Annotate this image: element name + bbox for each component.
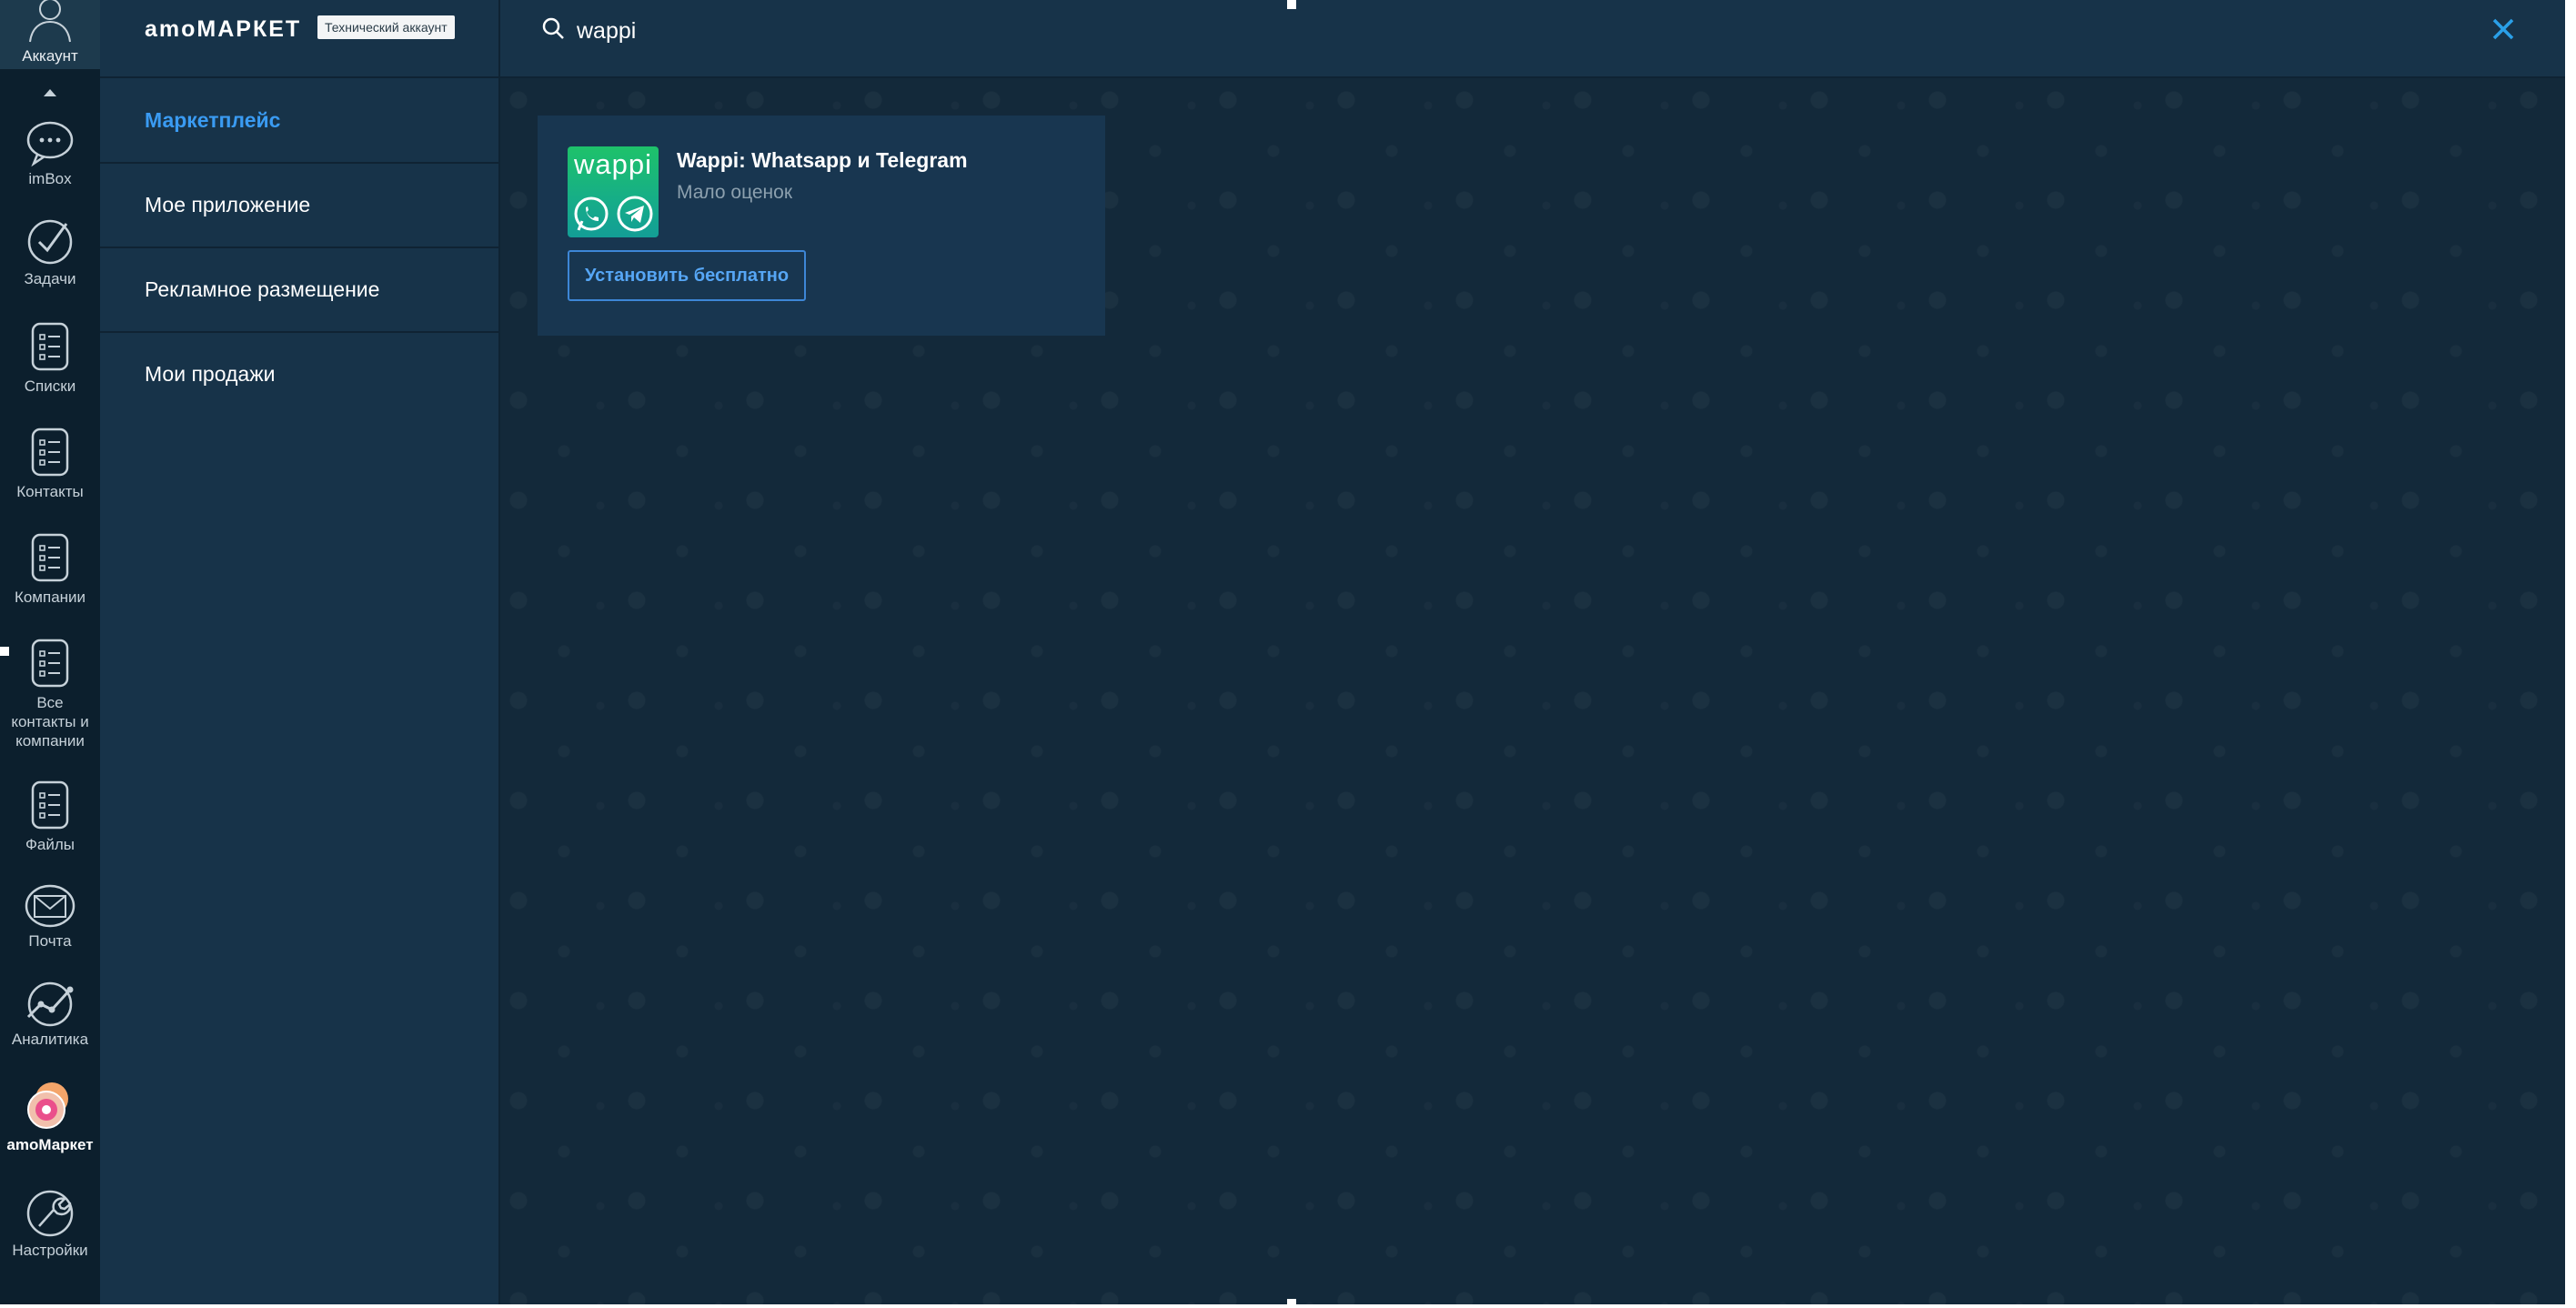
menu-header: amoМАРКЕТ Технический аккаунт: [100, 0, 498, 78]
nav-amomarket[interactable]: amoМаркет: [0, 1079, 100, 1154]
nav-all-contacts[interactable]: Все контакты и компании: [0, 635, 100, 750]
wrench-icon: [26, 1190, 74, 1237]
technical-account-badge: Технический аккаунт: [317, 15, 455, 39]
app-rating: Мало оценок: [677, 182, 793, 203]
check-circle-icon: [27, 219, 73, 265]
user-avatar-icon: [29, 0, 71, 43]
nav-tasks[interactable]: Задачи: [0, 216, 100, 288]
list-icon: [31, 322, 69, 371]
nav-imbox[interactable]: imBox: [0, 118, 100, 188]
search-results-area: wappi Wappi: Whatsapp и Telegram Мало оц…: [500, 78, 2565, 1304]
resize-handle-top[interactable]: [1287, 0, 1296, 9]
nav-mail[interactable]: Почта: [0, 882, 100, 951]
nav-companies[interactable]: Компании: [0, 529, 100, 607]
nav-lists[interactable]: Списки: [0, 318, 100, 396]
list-icon: [31, 533, 69, 582]
menu-item-label: Маркетплейс: [145, 108, 281, 132]
menu-item-label: Рекламное размещение: [145, 277, 380, 301]
search-icon: [542, 17, 564, 39]
search-bar: [500, 0, 2565, 78]
analytics-icon: [26, 981, 74, 1027]
list-icon: [31, 639, 69, 688]
nav-lists-label: Списки: [24, 377, 76, 395]
mail-icon: [25, 884, 75, 928]
chat-bubble-icon: [26, 121, 74, 167]
nav-companies-label: Компании: [14, 589, 86, 606]
close-icon[interactable]: [2490, 15, 2517, 43]
app-card[interactable]: wappi Wappi: Whatsapp и Telegram Мало оц…: [538, 116, 1105, 336]
caret-up-icon: [44, 89, 56, 96]
telegram-icon: [617, 196, 653, 232]
nav-tasks-label: Задачи: [24, 270, 76, 287]
list-icon: [31, 780, 69, 830]
menu-item-marketplace[interactable]: Маркетплейс: [100, 78, 498, 164]
menu-item-label: Мое приложение: [145, 193, 311, 216]
account-button[interactable]: Аккаунт: [0, 0, 100, 69]
nav-mail-label: Почта: [28, 932, 72, 950]
market-menu: amoМАРКЕТ Технический аккаунт Маркетплей…: [100, 0, 500, 1304]
menu-item-advertising[interactable]: Рекламное размещение: [100, 247, 498, 333]
rail-scroll-up-button[interactable]: [0, 84, 100, 102]
nav-contacts-label: Контакты: [16, 483, 84, 500]
menu-item-my-app[interactable]: Мое приложение: [100, 163, 498, 248]
resize-handle-right[interactable]: [2567, 647, 2576, 656]
nav-settings[interactable]: Настройки: [0, 1188, 100, 1260]
account-label: Аккаунт: [22, 47, 78, 65]
nav-all-contacts-label: Все контакты и компании: [11, 694, 89, 750]
whatsapp-icon: [574, 196, 609, 231]
list-icon: [31, 428, 69, 477]
brand-title: amoМАРКЕТ: [145, 16, 302, 42]
app-window: Аккаунт imBox Задачи Списки Контакты Ком…: [0, 0, 2576, 1304]
resize-handle-bottom[interactable]: [1287, 1299, 1296, 1308]
nav-amomarket-label: amoМаркет: [6, 1136, 94, 1153]
resize-handle-left[interactable]: [0, 647, 9, 656]
menu-item-my-sales[interactable]: Мои продажи: [100, 332, 498, 416]
nav-settings-label: Настройки: [12, 1242, 88, 1259]
nav-files[interactable]: Файлы: [0, 777, 100, 854]
left-nav-rail: Аккаунт imBox Задачи Списки Контакты Ком…: [0, 0, 100, 1304]
nav-files-label: Файлы: [25, 836, 75, 853]
search-input[interactable]: [577, 15, 1395, 47]
install-free-button[interactable]: Установить бесплатно: [568, 250, 807, 301]
nav-imbox-label: imBox: [28, 170, 72, 187]
nav-analytics[interactable]: Аналитика: [0, 981, 100, 1049]
logo-wordmark: wappi: [574, 148, 652, 180]
app-logo: wappi: [568, 146, 659, 237]
menu-item-label: Мои продажи: [145, 362, 276, 386]
nav-contacts[interactable]: Контакты: [0, 424, 100, 501]
amomarket-icon: [27, 1082, 68, 1129]
nav-analytics-label: Аналитика: [11, 1031, 89, 1048]
app-title[interactable]: Wappi: Whatsapp и Telegram: [677, 148, 968, 173]
